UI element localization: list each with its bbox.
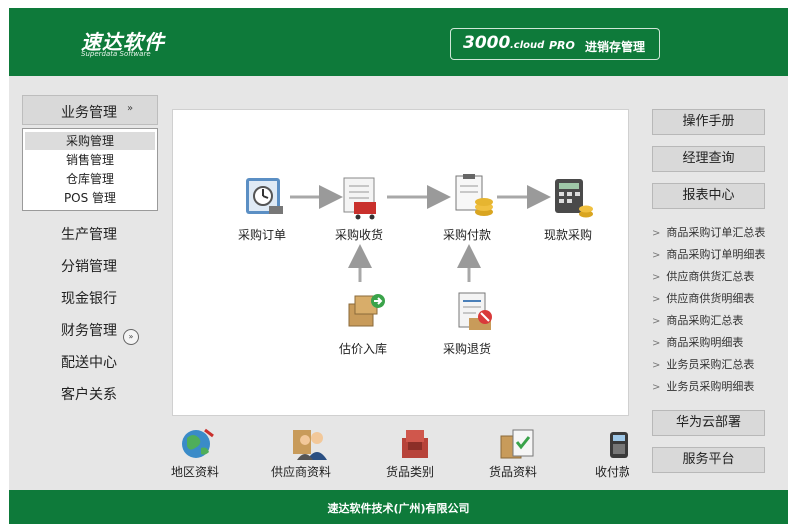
menu-item-distribution[interactable]: 分销管理: [61, 256, 117, 276]
report-link[interactable]: > 商品采购订单汇总表: [652, 224, 765, 240]
footer-company: 速达软件技术(广州)有限公司: [327, 502, 470, 515]
flow-panel: 采购订单 采购收货 采购付款 现款采购 估价入库 采购退货: [172, 109, 629, 416]
report-link-label: 商品采购订单明细表: [666, 248, 766, 261]
report-link[interactable]: > 供应商供货汇总表: [652, 268, 754, 284]
bottom-label-goods-category[interactable]: 货品类别: [386, 463, 434, 480]
report-link[interactable]: > 商品采购汇总表: [652, 312, 743, 328]
manager-query-button[interactable]: 经理查询: [652, 146, 765, 172]
logo-subtext: Superdata Software: [81, 50, 151, 58]
chevron-right-icon: >: [652, 316, 661, 327]
chevron-right-icon: >: [652, 360, 661, 371]
flow-label-cash-purchase[interactable]: 现款采购: [544, 226, 592, 243]
report-link-label: 供应商供货明细表: [666, 292, 755, 305]
app-frame: 速达软件 Superdata Software 3000 .cloud PRO …: [9, 8, 788, 524]
chevron-right-icon: >: [652, 228, 661, 239]
menu-business-label: 业务管理: [61, 105, 117, 121]
bottom-label-supplier[interactable]: 供应商资料: [271, 463, 331, 480]
report-link-label: 商品采购汇总表: [666, 314, 744, 327]
menu-item-finance[interactable]: 财务管理: [61, 320, 117, 340]
report-link-label: 商品采购明细表: [666, 336, 744, 349]
chevron-right-icon: >: [652, 382, 661, 393]
report-center-button[interactable]: 报表中心: [652, 183, 765, 209]
purchase-order-icon[interactable]: [243, 176, 287, 220]
menu-item-crm[interactable]: 客户关系: [61, 384, 117, 404]
flow-label-purchase-return[interactable]: 采购退货: [443, 340, 491, 357]
huawei-cloud-button[interactable]: 华为云部署: [652, 410, 765, 436]
report-link-label: 业务员采购明细表: [666, 380, 755, 393]
submenu-business: 采购管理 销售管理 仓库管理 POS 管理: [22, 128, 158, 211]
report-link-label: 商品采购订单汇总表: [666, 226, 766, 239]
product-badge: 3000 .cloud PRO 进销存管理: [450, 28, 660, 60]
supplier-people-icon[interactable]: [291, 426, 329, 462]
cash-purchase-icon[interactable]: [550, 176, 594, 220]
chevron-double-down-icon: »: [127, 103, 134, 114]
flow-label-purchase-order[interactable]: 采购订单: [238, 226, 286, 243]
report-link[interactable]: > 商品采购明细表: [652, 334, 743, 350]
report-link[interactable]: > 供应商供货明细表: [652, 290, 754, 306]
chevron-right-icon: >: [652, 272, 661, 283]
manual-button[interactable]: 操作手册: [652, 109, 765, 135]
report-link[interactable]: > 业务员采购汇总表: [652, 356, 754, 372]
header: 速达软件 Superdata Software 3000 .cloud PRO …: [9, 8, 788, 76]
chevron-right-icon: >: [652, 250, 661, 261]
menu-item-cash-bank[interactable]: 现金银行: [61, 288, 117, 308]
flow-label-purchase-receive[interactable]: 采购收货: [335, 226, 383, 243]
footer: 速达软件技术(广州)有限公司: [9, 490, 788, 524]
menu-item-delivery[interactable]: 配送中心: [61, 352, 117, 372]
chevron-right-icon: >: [652, 294, 661, 305]
product-number: 3000: [463, 33, 511, 53]
submenu-item-purchase[interactable]: 采购管理: [25, 132, 155, 150]
report-link[interactable]: > 业务员采购明细表: [652, 378, 754, 394]
goods-category-icon[interactable]: [398, 426, 436, 462]
menu-business-management[interactable]: 业务管理 »: [22, 95, 158, 125]
submenu-item-pos[interactable]: POS 管理: [25, 189, 155, 207]
chevron-right-icon: >: [652, 338, 661, 349]
report-link-label: 业务员采购汇总表: [666, 358, 755, 371]
product-cloud: .cloud: [510, 40, 545, 51]
goods-info-icon[interactable]: [499, 426, 537, 462]
estimate-stockin-icon[interactable]: [345, 290, 389, 334]
region-globe-icon[interactable]: [179, 426, 217, 462]
payment-terminal-icon[interactable]: [606, 426, 630, 462]
report-link-label: 供应商供货汇总表: [666, 270, 755, 283]
flow-label-purchase-payment[interactable]: 采购付款: [443, 226, 491, 243]
flow-arrows: [290, 185, 551, 282]
chevron-circle-down-icon[interactable]: »: [123, 329, 139, 345]
bottom-label-goods-info[interactable]: 货品资料: [489, 463, 537, 480]
flow-label-estimate-stockin[interactable]: 估价入库: [339, 340, 387, 357]
product-pro: PRO: [549, 39, 575, 52]
service-platform-button[interactable]: 服务平台: [652, 447, 765, 473]
report-link[interactable]: > 商品采购订单明细表: [652, 246, 765, 262]
menu-item-production[interactable]: 生产管理: [61, 224, 117, 244]
product-title: 进销存管理: [585, 40, 646, 54]
bottom-label-region[interactable]: 地区资料: [171, 463, 219, 480]
purchase-receive-icon[interactable]: [340, 176, 384, 220]
submenu-item-warehouse[interactable]: 仓库管理: [25, 170, 155, 188]
submenu-item-sales[interactable]: 销售管理: [25, 151, 155, 169]
purchase-return-icon[interactable]: [454, 290, 498, 334]
bottom-label-payment[interactable]: 收付款: [595, 463, 629, 480]
purchase-payment-icon[interactable]: [450, 174, 494, 218]
